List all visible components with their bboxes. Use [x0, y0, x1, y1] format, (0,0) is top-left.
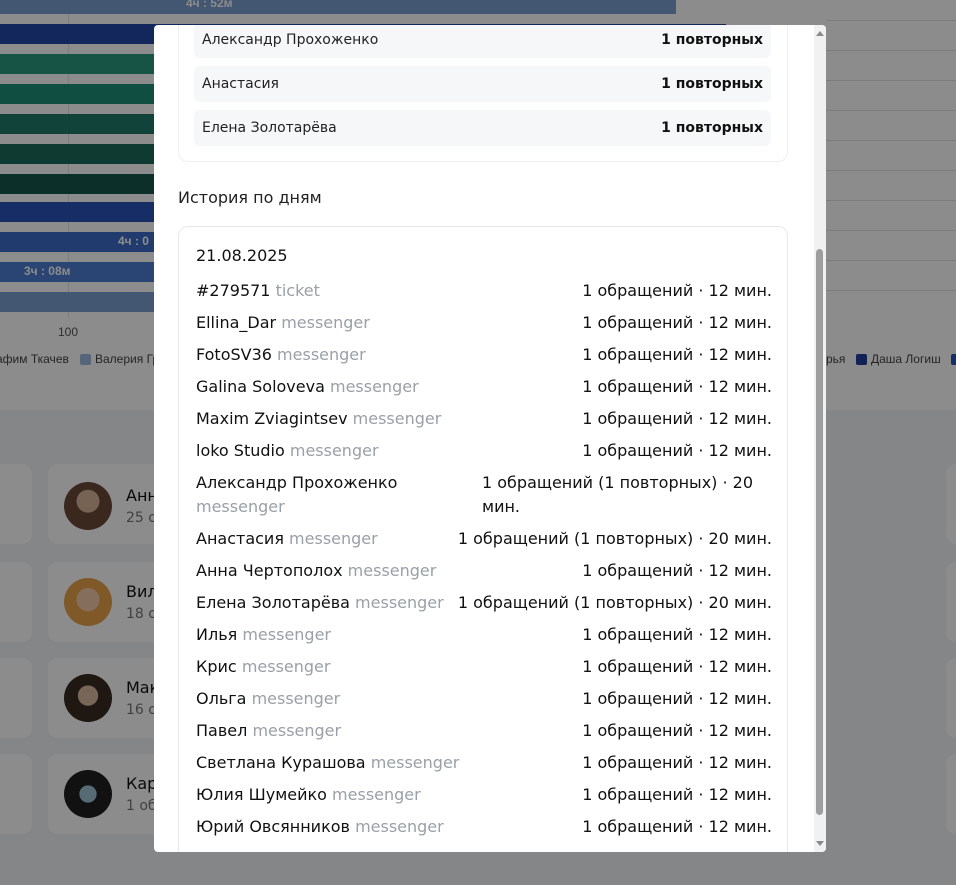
- contact-stats: 1 обращений · 12 мин.: [582, 785, 772, 804]
- repeat-name: Елена Золотарёва: [202, 120, 337, 136]
- history-row: Galina Soloveva messenger 1 обращений · …: [196, 375, 772, 399]
- history-row: Юлия Шумейко messenger 1 обращений · 12 …: [196, 783, 772, 807]
- contact-stats: 1 обращений · 12 мин.: [582, 689, 772, 708]
- contact-stats: 1 обращений · 12 мин.: [582, 753, 772, 772]
- contact-source: messenger: [370, 753, 460, 772]
- repeat-count: 1 повторных: [661, 76, 763, 92]
- repeat-name: Анастасия: [202, 76, 279, 92]
- repeat-row: Елена Золотарёва 1 повторных: [194, 110, 771, 146]
- history-row: Светлана Курашова messenger 1 обращений …: [196, 751, 772, 775]
- contact-name: Galina Soloveva: [196, 377, 325, 396]
- contact-stats: 1 обращений · 12 мин.: [582, 281, 772, 300]
- history-row: #279571 ticket 1 обращений · 12 мин.: [196, 279, 772, 303]
- contact-source: ticket: [275, 281, 320, 300]
- contact-source: messenger: [281, 313, 370, 332]
- contact-name: Крис: [196, 657, 237, 676]
- history-row: Maxim Zviagintsev messenger 1 обращений …: [196, 407, 772, 431]
- contact-stats: 1 обращений · 12 мин.: [582, 817, 772, 836]
- scrollbar-thumb[interactable]: [816, 249, 823, 815]
- contact-source: messenger: [352, 409, 442, 428]
- history-panel: 21.08.2025 #279571 ticket 1 обращений · …: [178, 226, 788, 852]
- contact-stats: 1 обращений · 12 мин.: [582, 721, 772, 740]
- contact-stats: 1 обращений · 12 мин.: [582, 409, 772, 428]
- contact-name: Илья: [196, 625, 238, 644]
- modal-scroll-area[interactable]: Александр Прохоженко 1 повторных Анастас…: [154, 25, 814, 852]
- contact-stats: 1 обращений · 12 мин.: [582, 377, 772, 396]
- history-row: Анастасия messenger 1 обращений (1 повто…: [196, 527, 772, 551]
- contact-name: Ellina_Dar: [196, 313, 277, 332]
- history-date: 21.08.2025: [196, 246, 288, 265]
- repeat-row: Анастасия 1 повторных: [194, 66, 771, 102]
- contact-stats: 1 обращений · 12 мин.: [582, 625, 772, 644]
- contact-name: Ольга: [196, 689, 247, 708]
- history-row: Елена Золотарёва messenger 1 обращений (…: [196, 591, 772, 615]
- contact-name: Елена Золотарёва: [196, 593, 350, 612]
- contact-source: messenger: [242, 625, 332, 644]
- contact-stats: 1 обращений · 12 мин.: [582, 441, 772, 460]
- contact-source: messenger: [289, 441, 379, 460]
- contact-name: Юлия Шумейко: [196, 785, 327, 804]
- contact-source: messenger: [355, 593, 444, 612]
- contact-stats: 1 обращений (1 повторных) · 20 мин.: [457, 529, 772, 548]
- scroll-up-arrow-icon[interactable]: [816, 31, 824, 36]
- contact-name: #279571: [196, 281, 271, 300]
- contact-name: loko Studio: [196, 441, 285, 460]
- contact-source: messenger: [355, 817, 444, 836]
- contact-name: Павел: [196, 721, 248, 740]
- history-row: FotoSV36 messenger 1 обращений · 12 мин.: [196, 343, 772, 367]
- contact-name: Юрий Овсянников: [196, 817, 350, 836]
- history-row: Крис messenger 1 обращений · 12 мин.: [196, 655, 772, 679]
- contact-stats: 1 обращений · 12 мин.: [582, 313, 772, 332]
- contact-stats: 1 обращений (1 повторных) · 20 мин.: [457, 593, 772, 612]
- operator-details-modal: Александр Прохоженко 1 повторных Анастас…: [154, 25, 826, 852]
- contact-name: Анна Чертополох: [196, 561, 343, 580]
- history-row: Александр Прохоженко messenger 1 обращен…: [196, 471, 772, 519]
- contact-stats: 1 обращений · 12 мин.: [582, 345, 772, 364]
- contact-stats: 1 обращений · 12 мин.: [582, 561, 772, 580]
- history-row: Юрий Овсянников messenger 1 обращений · …: [196, 815, 772, 839]
- contact-name: Светлана Курашова: [196, 753, 366, 772]
- contact-source: messenger: [196, 497, 285, 516]
- contact-source: messenger: [347, 561, 437, 580]
- history-row: Анна Чертополох messenger 1 обращений · …: [196, 559, 772, 583]
- contact-name: Александр Прохоженко: [196, 473, 398, 492]
- history-row: Павел messenger 1 обращений · 12 мин.: [196, 719, 772, 743]
- history-section-title: История по дням: [178, 188, 322, 207]
- contact-stats: 1 обращений (1 повторных) · 20 мин.: [482, 473, 754, 516]
- contact-source: messenger: [252, 721, 342, 740]
- history-row: Ellina_Dar messenger 1 обращений · 12 ми…: [196, 311, 772, 335]
- contact-source: messenger: [332, 785, 421, 804]
- contact-source: messenger: [277, 345, 366, 364]
- contact-name: Анастасия: [196, 529, 284, 548]
- contact-source: messenger: [289, 529, 378, 548]
- history-row: loko Studio messenger 1 обращений · 12 м…: [196, 439, 772, 463]
- contact-source: messenger: [251, 689, 341, 708]
- contact-stats: 1 обращений · 12 мин.: [582, 657, 772, 676]
- contact-source: messenger: [329, 377, 419, 396]
- repeat-name: Александр Прохоженко: [202, 32, 379, 48]
- scroll-down-arrow-icon[interactable]: [816, 841, 824, 846]
- repeat-count: 1 повторных: [661, 32, 763, 48]
- contact-name: FotoSV36: [196, 345, 272, 364]
- repeat-row: Александр Прохоженко 1 повторных: [194, 25, 771, 58]
- contact-source: messenger: [241, 657, 331, 676]
- modal-scrollbar[interactable]: [814, 25, 826, 852]
- contact-name: Maxim Zviagintsev: [196, 409, 348, 428]
- repeat-count: 1 повторных: [661, 120, 763, 136]
- history-row: Ольга messenger 1 обращений · 12 мин.: [196, 687, 772, 711]
- history-row: Илья messenger 1 обращений · 12 мин.: [196, 623, 772, 647]
